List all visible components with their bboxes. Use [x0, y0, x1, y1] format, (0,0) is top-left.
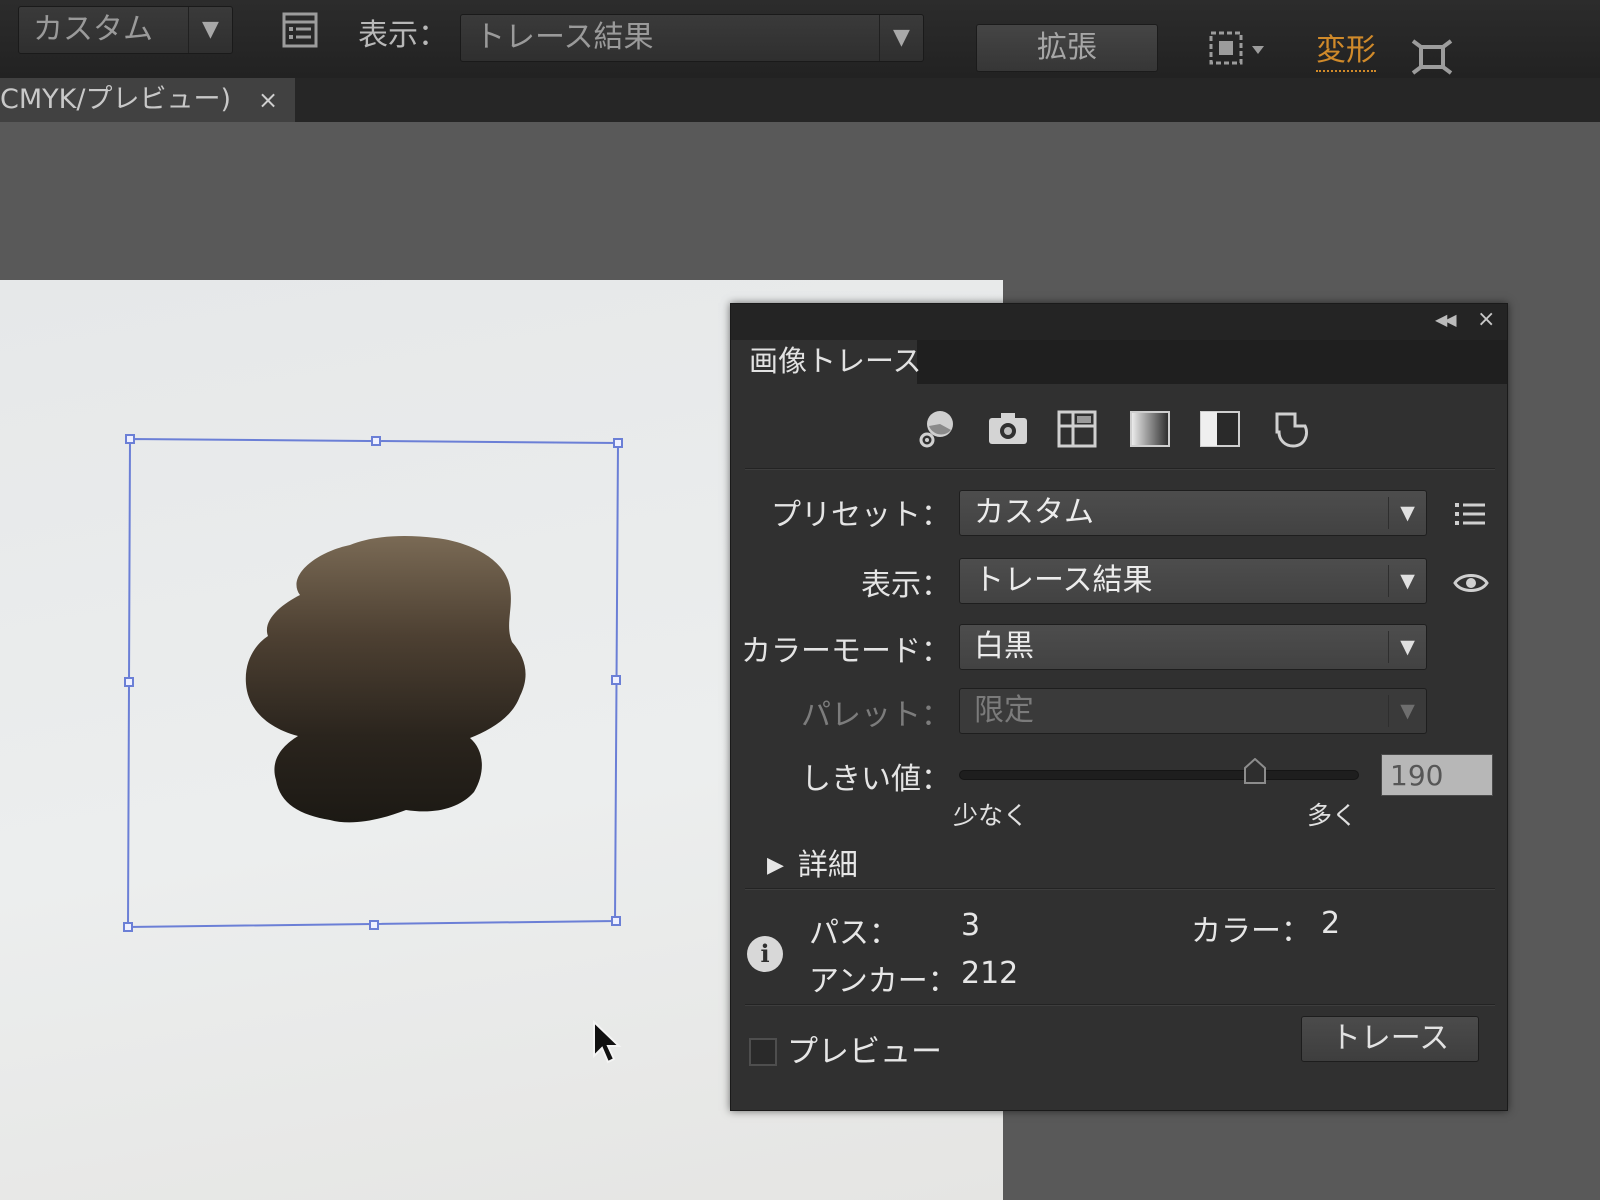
slider-min-label: 少なく [953, 801, 1029, 830]
chevron-down-icon: ▼ [188, 7, 232, 53]
workspace-dropdown[interactable]: カスタム ▼ [18, 6, 233, 54]
close-icon[interactable]: × [1477, 307, 1495, 332]
auto-color-icon[interactable] [913, 404, 963, 454]
view-dropdown-value: トレース結果 [475, 20, 654, 55]
anchors-label: アンカー： [809, 964, 958, 999]
color-mode-label: カラーモード： [741, 634, 951, 669]
isolate-selection-icon[interactable] [1208, 30, 1272, 74]
workspace-dropdown-value: カスタム [33, 12, 153, 47]
panel-options-icon[interactable] [282, 12, 318, 52]
disclosure-triangle-icon: ▶ [767, 853, 784, 878]
grayscale-icon[interactable] [1125, 404, 1175, 454]
panel-tab-row: 画像トレース [731, 340, 1507, 384]
document-tab-title: CMYK/プレビュー) [0, 84, 231, 115]
paths-label: パス： [809, 916, 899, 951]
chevron-down-icon: ▼ [1388, 631, 1426, 663]
expand-button[interactable]: 拡張 [976, 24, 1158, 72]
chevron-down-icon: ▼ [1388, 565, 1426, 597]
outline-icon[interactable] [1265, 404, 1315, 454]
threshold-slider-thumb[interactable] [1243, 758, 1267, 784]
document-tab-strip: CMYK/プレビュー) × [0, 78, 1600, 122]
preset-label: プリセット： [771, 498, 951, 533]
list-menu-icon[interactable] [1451, 499, 1491, 529]
black-and-white-icon[interactable] [1195, 404, 1245, 454]
transform-link[interactable]: 変形 [1316, 32, 1376, 72]
view-label: 表示： [358, 18, 448, 53]
divider [745, 468, 1495, 470]
align-to-artboard-icon[interactable] [1410, 38, 1454, 80]
palette-label: パレット： [801, 698, 951, 733]
panel-titlebar[interactable]: ◀◀ × [731, 304, 1507, 340]
advanced-disclosure[interactable]: ▶ 詳細 [767, 840, 858, 883]
document-tab[interactable]: CMYK/プレビュー) × [0, 78, 295, 122]
preview-label: プレビュー [787, 1034, 942, 1070]
palette-dropdown-value: 限定 [974, 693, 1034, 728]
threshold-slider-track[interactable] [959, 770, 1359, 780]
palette-dropdown: 限定 ▼ [959, 688, 1427, 734]
traced-shape[interactable] [245, 536, 526, 823]
advanced-label: 詳細 [797, 848, 858, 883]
control-bar: カスタム ▼ 表示： トレース結果 ▼ 拡張 変形 [0, 0, 1600, 78]
chevron-down-icon: ▼ [1388, 695, 1426, 727]
slider-max-label: 多く [1307, 801, 1358, 830]
preset-dropdown[interactable]: カスタム ▼ [959, 490, 1427, 536]
preset-dropdown-value: カスタム [974, 495, 1094, 530]
close-icon[interactable]: × [258, 78, 278, 122]
eye-icon[interactable] [1451, 568, 1491, 598]
view-dropdown[interactable]: トレース結果 ▼ [460, 14, 924, 62]
low-fidelity-photo-icon[interactable] [1053, 404, 1103, 454]
colors-value: 2 [1321, 906, 1341, 941]
trace-button[interactable]: トレース [1301, 1016, 1479, 1062]
threshold-value-field[interactable]: 190 [1381, 754, 1493, 796]
panel-tab-image-trace[interactable]: 画像トレース [731, 340, 922, 384]
chevron-down-icon: ▼ [1388, 497, 1426, 529]
mouse-pointer-icon [593, 1020, 622, 1064]
high-fidelity-photo-icon[interactable] [983, 404, 1033, 454]
color-mode-dropdown[interactable]: 白黒 ▼ [959, 624, 1427, 670]
colors-label: カラー： [1191, 914, 1311, 949]
divider [745, 1004, 1495, 1006]
threshold-label: しきい値： [801, 762, 951, 797]
chevron-down-icon: ▼ [879, 15, 923, 61]
anchors-value: 212 [961, 956, 1019, 991]
divider [745, 888, 1495, 890]
preview-checkbox[interactable] [749, 1038, 777, 1066]
preset-icon-row [731, 404, 1507, 464]
view-dropdown[interactable]: トレース結果 ▼ [959, 558, 1427, 604]
info-icon: i [747, 936, 783, 972]
paths-value: 3 [961, 908, 981, 943]
view-dropdown-value: トレース結果 [974, 563, 1153, 598]
color-mode-dropdown-value: 白黒 [974, 629, 1034, 664]
collapse-panel-icon[interactable]: ◀◀ [1435, 310, 1457, 329]
view-label: 表示： [861, 568, 951, 603]
image-trace-panel: ◀◀ × 画像トレース プリセット： カスタム ▼ 表示： トレース結果 ▼ カ… [730, 303, 1508, 1111]
